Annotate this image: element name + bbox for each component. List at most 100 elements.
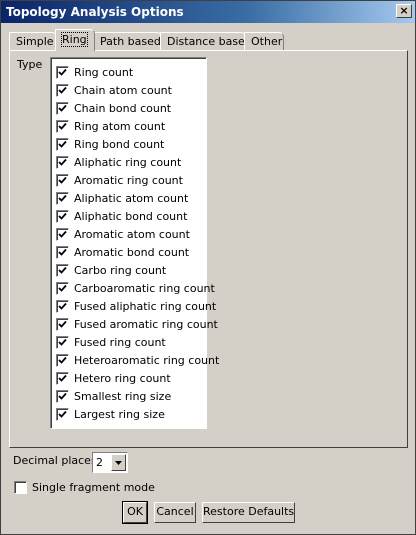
- type-label: Type: [17, 58, 43, 71]
- ring-type-checkbox[interactable]: [56, 83, 69, 97]
- ring-type-checkbox[interactable]: [56, 119, 69, 133]
- ring-type-label: Carbo ring count: [74, 263, 167, 277]
- ring-type-label: Chain atom count: [74, 83, 172, 97]
- ring-type-option[interactable]: Carbo ring count: [56, 261, 166, 279]
- ring-type-option[interactable]: Aliphatic bond count: [56, 207, 187, 225]
- decimal-places-select[interactable]: 2: [92, 452, 128, 473]
- ring-type-checkbox[interactable]: [56, 335, 69, 349]
- ring-type-checkbox[interactable]: [56, 371, 69, 385]
- ring-type-checkbox[interactable]: [56, 173, 69, 187]
- ring-type-option[interactable]: Chain atom count: [56, 81, 172, 99]
- ring-type-label: Ring atom count: [74, 119, 166, 133]
- ring-type-option[interactable]: Ring bond count: [56, 135, 164, 153]
- triangle-down-icon: [115, 461, 122, 465]
- decimal-places-label: Decimal places: [13, 454, 97, 467]
- check-icon: [58, 338, 67, 346]
- ring-type-checkbox[interactable]: [56, 407, 69, 421]
- ring-type-option[interactable]: Aliphatic atom count: [56, 189, 188, 207]
- ring-type-option[interactable]: Chain bond count: [56, 99, 171, 117]
- check-icon: [58, 68, 67, 76]
- tab-label: Distance based: [167, 35, 252, 48]
- tab-label: Ring: [61, 32, 88, 47]
- single-fragment-mode-label: Single fragment mode: [32, 481, 155, 494]
- ring-type-label: Aliphatic bond count: [74, 209, 188, 223]
- ring-type-checkbox[interactable]: [56, 263, 69, 277]
- ring-type-option[interactable]: Hetero ring count: [56, 369, 171, 387]
- ring-type-checkbox[interactable]: [56, 65, 69, 79]
- decimal-places-value: 2: [96, 456, 103, 469]
- check-icon: [58, 284, 67, 292]
- check-icon: [58, 230, 67, 238]
- ring-type-checkbox[interactable]: [56, 317, 69, 331]
- tab-simple[interactable]: Simple: [9, 32, 57, 50]
- tab-label: Simple: [16, 35, 54, 48]
- close-button[interactable]: ×: [396, 4, 412, 18]
- check-icon: [58, 302, 67, 310]
- ring-type-label: Largest ring size: [74, 407, 165, 421]
- ring-type-option[interactable]: Largest ring size: [56, 405, 165, 423]
- check-icon: [58, 356, 67, 364]
- ring-type-checkbox[interactable]: [56, 281, 69, 295]
- ring-type-checkbox[interactable]: [56, 137, 69, 151]
- ring-type-label: Fused aliphatic ring count: [74, 299, 217, 313]
- ring-type-checkbox[interactable]: [56, 101, 69, 115]
- ring-type-label: Aliphatic atom count: [74, 191, 189, 205]
- ok-button[interactable]: OK: [122, 501, 148, 524]
- restore-defaults-button[interactable]: Restore Defaults: [202, 502, 295, 523]
- ring-type-checkbox[interactable]: [56, 155, 69, 169]
- ring-type-option[interactable]: Aromatic atom count: [56, 225, 190, 243]
- ring-type-option[interactable]: Carboaromatic ring count: [56, 279, 215, 297]
- check-icon: [58, 410, 67, 418]
- ring-type-option[interactable]: Ring atom count: [56, 117, 165, 135]
- ring-type-checkbox[interactable]: [56, 245, 69, 259]
- ring-type-label: Aromatic ring count: [74, 173, 183, 187]
- single-fragment-mode-checkbox[interactable]: [14, 481, 27, 494]
- ring-type-option[interactable]: Fused ring count: [56, 333, 166, 351]
- tab-ring[interactable]: Ring: [55, 29, 95, 51]
- ring-type-label: Heteroaromatic ring count: [74, 353, 220, 367]
- tab-distance-based[interactable]: Distance based: [160, 32, 252, 50]
- check-icon: [58, 248, 67, 256]
- ring-type-label: Fused aromatic ring count: [74, 317, 218, 331]
- ring-type-option[interactable]: Heteroaromatic ring count: [56, 351, 219, 369]
- ring-type-option[interactable]: Aromatic ring count: [56, 171, 183, 189]
- check-icon: [58, 86, 67, 94]
- ring-type-checkbox[interactable]: [56, 389, 69, 403]
- ring-type-option[interactable]: Aliphatic ring count: [56, 153, 181, 171]
- check-icon: [58, 176, 67, 184]
- tab-label: Path based: [100, 35, 161, 48]
- tab-panel-ring: Type Ring count Chain atom count Chain bon…: [9, 50, 408, 448]
- ring-type-label: Fused ring count: [74, 335, 166, 349]
- tab-path-based[interactable]: Path based: [93, 32, 162, 50]
- ring-type-label: Smallest ring size: [74, 389, 172, 403]
- check-icon: [58, 140, 67, 148]
- ring-type-label: Aliphatic ring count: [74, 155, 182, 169]
- ring-type-option[interactable]: Ring count: [56, 63, 133, 81]
- ring-type-label: Carboaromatic ring count: [74, 281, 215, 295]
- ok-button-label: OK: [127, 505, 143, 518]
- ring-type-checkbox[interactable]: [56, 191, 69, 205]
- close-icon: ×: [399, 4, 409, 17]
- check-icon: [58, 320, 67, 328]
- title-bar[interactable]: Topology Analysis Options ×: [1, 1, 415, 23]
- check-icon: [58, 266, 67, 274]
- restore-defaults-button-label: Restore Defaults: [203, 505, 295, 518]
- ring-type-option[interactable]: Fused aromatic ring count: [56, 315, 218, 333]
- ring-type-checkbox[interactable]: [56, 353, 69, 367]
- dialog-window: Topology Analysis Options × Simple Ring …: [0, 0, 416, 535]
- ring-type-list[interactable]: Ring count Chain atom count Chain bond cou…: [50, 57, 219, 429]
- ring-type-checkbox[interactable]: [56, 299, 69, 313]
- dropdown-button[interactable]: [111, 454, 126, 471]
- ring-type-option[interactable]: Smallest ring size: [56, 387, 171, 405]
- tab-other[interactable]: Other: [244, 32, 284, 50]
- single-fragment-mode-option[interactable]: Single fragment mode: [14, 481, 155, 494]
- ring-type-label: Hetero ring count: [74, 371, 171, 385]
- ring-type-label: Ring count: [74, 65, 134, 79]
- check-icon: [58, 158, 67, 166]
- ring-type-checkbox[interactable]: [56, 227, 69, 241]
- ring-type-option[interactable]: Aromatic bond count: [56, 243, 189, 261]
- ring-type-checkbox[interactable]: [56, 209, 69, 223]
- ring-type-option[interactable]: Fused aliphatic ring count: [56, 297, 216, 315]
- ring-type-label: Aromatic bond count: [74, 245, 190, 259]
- cancel-button[interactable]: Cancel: [154, 502, 196, 523]
